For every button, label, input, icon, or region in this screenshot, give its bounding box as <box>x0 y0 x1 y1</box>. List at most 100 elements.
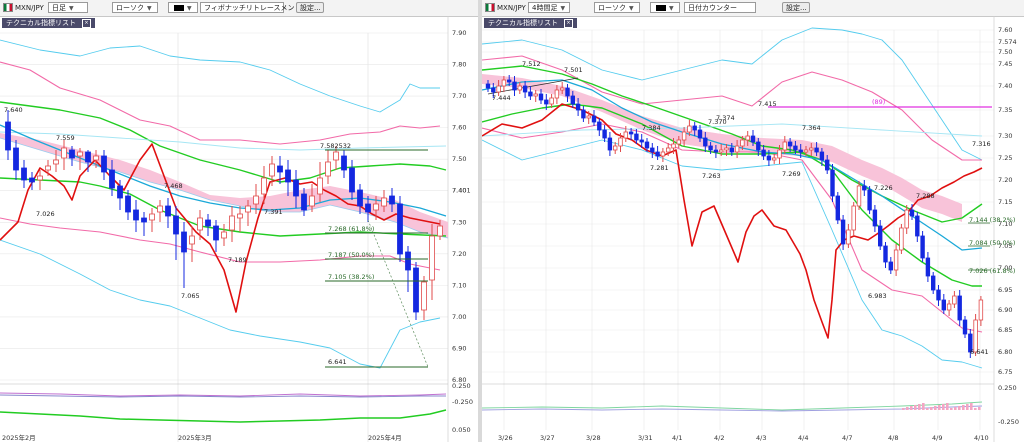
candle-body <box>962 319 968 335</box>
candle-body <box>893 249 899 271</box>
osc-histogram-bar <box>970 403 973 410</box>
candle-body <box>697 129 703 139</box>
candle-body <box>575 103 581 111</box>
candle-body <box>650 147 655 153</box>
candle-body <box>533 93 538 97</box>
x-tick-label: 2025年3月 <box>178 433 212 442</box>
fib-level-label: 7.268 (61.8%) <box>328 225 374 233</box>
price-annotation: 7.281 <box>650 164 669 172</box>
osc-histogram-bar <box>934 406 937 410</box>
daily-chart-panel: MXN/JPY 日足 ▼ ローソク ▼ ▼ フィボナッチリトレースメント 設定...… <box>0 0 478 442</box>
candle-body <box>496 85 501 93</box>
osc-histogram-bar <box>906 407 909 410</box>
osc-histogram-bar <box>966 404 969 410</box>
candle-body <box>69 149 75 159</box>
osc-histogram-bar <box>930 407 933 410</box>
candle-body <box>528 91 533 97</box>
osc-histogram-bar <box>942 404 945 410</box>
osc-tick-label: -0.250 <box>452 398 473 406</box>
candle-body <box>381 197 387 207</box>
candle-body <box>61 147 67 159</box>
candle-body <box>909 209 915 217</box>
osc-tick-label: 0.250 <box>452 382 471 390</box>
y-tick-label: 6.90 <box>998 306 1012 314</box>
candle-body <box>607 137 613 151</box>
candle-body <box>29 177 35 183</box>
candle-body <box>745 135 750 141</box>
candle-body <box>888 261 893 271</box>
candle-body <box>809 147 814 151</box>
candle-body <box>676 139 681 145</box>
y-tick-label: 6.85 <box>998 326 1012 334</box>
candle-body <box>269 163 275 177</box>
y-tick-label: 7.15 <box>998 198 1012 206</box>
candle-body <box>570 95 575 105</box>
fib-level-label: 7.105 (38.2%) <box>328 273 374 281</box>
price-annotation: 7.501 <box>564 66 583 74</box>
osc-histogram-bar <box>914 405 917 410</box>
candle-body <box>703 137 708 147</box>
candle-body <box>586 115 591 119</box>
osc-histogram-bar <box>902 408 905 410</box>
candle-body <box>830 169 835 197</box>
x-tick-label: 4/1 <box>672 434 682 442</box>
candle-body <box>602 129 607 139</box>
candle-body <box>357 189 363 207</box>
candle-body <box>671 143 676 149</box>
x-tick-label: 4/7 <box>842 434 852 442</box>
candle-body <box>293 179 299 197</box>
candle-body <box>925 257 931 277</box>
candle-body <box>565 87 570 97</box>
price-annotation: 7.582532 <box>320 142 351 150</box>
candle-body <box>660 151 666 157</box>
candle-body <box>687 125 692 133</box>
ma-green-upper <box>0 101 447 183</box>
candle-body <box>946 303 952 311</box>
x-tick-label: 3/26 <box>498 434 513 442</box>
candle-body <box>277 165 283 173</box>
candle-body <box>485 83 491 89</box>
candle-body <box>899 227 904 251</box>
y-tick-label: 7.35 <box>998 106 1012 114</box>
h4-price-chart: 7.60 7.574 7.50 7.45 7.40 7.35 7.30 7.25 7.20 7.1… <box>482 16 1019 442</box>
osc-histogram-bar <box>918 404 921 410</box>
candle-body <box>157 205 163 213</box>
candle-body <box>149 213 155 221</box>
candle-body <box>708 145 713 151</box>
candle-body <box>634 133 639 141</box>
y-tick-label: 7.45 <box>998 60 1012 68</box>
candle-body <box>936 289 941 301</box>
osc-line-purple <box>0 392 447 397</box>
price-annotation: 6.641 <box>328 358 347 366</box>
candle-body <box>21 167 27 181</box>
candle-body <box>397 203 403 255</box>
candle-body <box>724 147 729 151</box>
candle-body <box>782 141 787 151</box>
osc-histogram-bar <box>910 406 913 410</box>
osc-histogram-bar <box>922 403 925 410</box>
price-annotation: 7.269 <box>782 170 801 178</box>
candle-body <box>681 131 687 141</box>
bollinger-upper-2 <box>0 61 441 145</box>
candle-body <box>141 217 147 223</box>
candle-body <box>798 149 803 153</box>
x-tick-label: 2025年4月 <box>368 433 402 442</box>
price-annotation: 7.065 <box>181 292 200 300</box>
candle-body <box>856 185 862 207</box>
candle-body <box>941 299 946 311</box>
candle-body <box>501 79 507 87</box>
candle-body <box>517 85 522 91</box>
x-tick-label: 3/28 <box>586 434 601 442</box>
candle-body <box>846 229 851 245</box>
candle-body <box>189 235 195 245</box>
candle-body <box>85 151 91 163</box>
candle-body <box>317 177 323 195</box>
candle-body <box>93 155 99 161</box>
candle-body <box>301 193 307 211</box>
candle-body <box>777 149 782 159</box>
candle-body <box>978 299 984 321</box>
price-annotation: 7.288 <box>916 192 935 200</box>
candle-body <box>512 81 517 91</box>
candle-body <box>618 137 623 147</box>
daily-price-chart: 7.907.807.707.607.507.407.307.207.107.00… <box>0 16 473 442</box>
